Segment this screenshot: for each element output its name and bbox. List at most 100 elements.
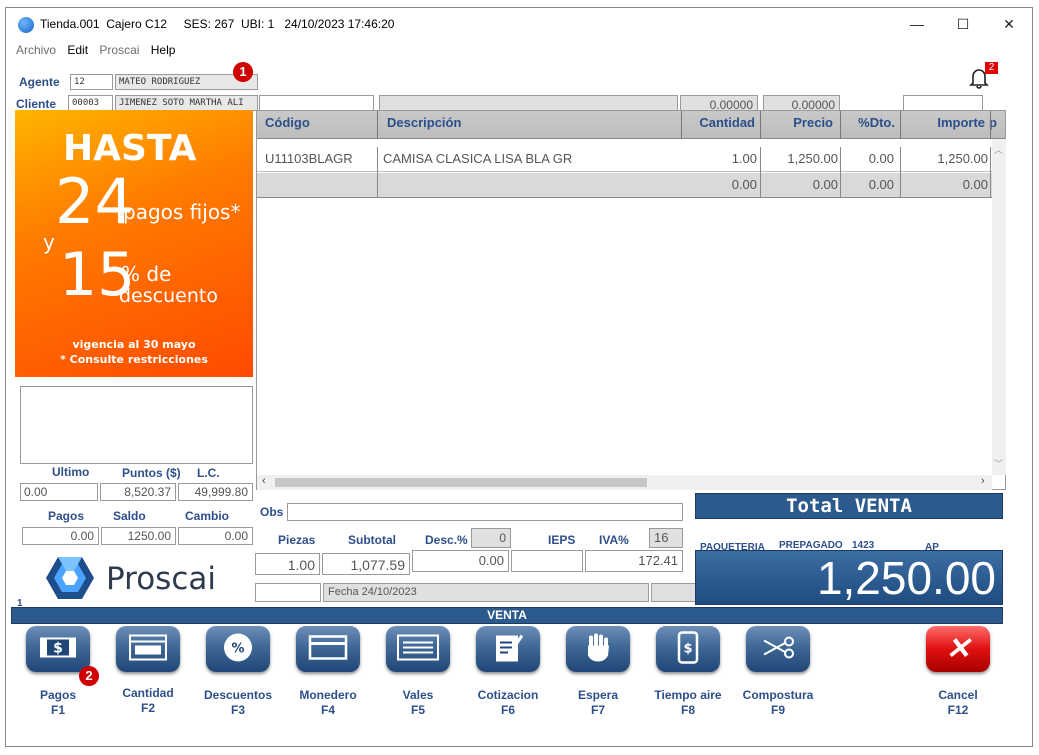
iva-label: IVA% [599, 533, 629, 547]
cell-dto: 0.00 [868, 177, 894, 192]
app-icon [18, 17, 34, 33]
descuentos-button[interactable]: % [206, 626, 270, 672]
notification-count: 2 [985, 62, 998, 74]
maximize-button[interactable]: ☐ [940, 8, 986, 40]
horizontal-scrollbar[interactable]: ‹ › [257, 475, 992, 490]
cliente-code-field[interactable]: 00003 [68, 95, 113, 111]
fkey-shortcut: F4 [320, 703, 335, 717]
pagos-label: Pagos [48, 509, 85, 523]
cancel-button[interactable]: ✕ [926, 626, 990, 672]
proscai-logo-text: Proscai [106, 561, 216, 597]
row-sep [840, 147, 841, 198]
cell-codigo: U11103BLAGR [265, 151, 353, 166]
cotizacion-label-group: Cotizacion F6 [463, 688, 553, 718]
table-row[interactable]: U11103BLAGR CAMISA CLASICA LISA BLA GR 1… [257, 147, 992, 172]
iva-amount-field: 172.41 [585, 550, 683, 572]
ultimo-label: Ultimo [52, 465, 90, 479]
promo-pagos-fijos: pagos fijos* [123, 200, 241, 224]
scroll-up-icon[interactable]: ︿ [994, 143, 1003, 156]
monedero-button[interactable] [296, 626, 360, 672]
step-badge-2: 2 [79, 666, 99, 686]
fkey-label: Tiempo aire [654, 688, 722, 702]
header-sep [840, 111, 841, 139]
fkey-label: Cantidad [122, 686, 174, 700]
fkey-shortcut: F1 [50, 703, 65, 717]
lc-label: L.C. [197, 466, 220, 480]
lc-value: 49,999.80 [194, 485, 248, 499]
fkey-label: Vales [402, 688, 434, 702]
scroll-thumb[interactable] [275, 478, 647, 487]
hand-icon [583, 632, 613, 667]
fkey-label: Cancel [938, 688, 978, 702]
fkey-label: Cotizacion [477, 688, 539, 702]
subtotal-field: 1,077.59 [322, 553, 410, 575]
cell-precio: 0.00 [812, 177, 838, 192]
tiempo-aire-button[interactable]: $ [656, 626, 720, 672]
compostura-button[interactable] [746, 626, 810, 672]
tiempo-aire-label-group: Tiempo aire F8 [643, 688, 733, 718]
svg-text:$: $ [683, 642, 692, 657]
total-venta-header: Total VENTA [695, 493, 1003, 519]
pagos-button[interactable]: $ [26, 626, 90, 672]
subtotal-value: 1,077.59 [350, 557, 406, 573]
wallet-card-icon [308, 635, 348, 664]
espera-button[interactable] [566, 626, 630, 672]
scroll-down-icon[interactable]: ﹀ [994, 457, 1003, 470]
menu-archivo[interactable]: Archivo [12, 40, 60, 60]
menu-bar: Archivo Edit Proscai Help [6, 40, 1032, 60]
col-descripcion[interactable]: Descripción [387, 111, 461, 135]
saldo-value: 1250.00 [127, 529, 171, 543]
cantidad-label-group: Cantidad F2 [103, 686, 193, 716]
agente-code-field[interactable]: 12 [70, 74, 113, 90]
header-sep [377, 111, 378, 139]
total-amount: 1,250.00 [695, 550, 1003, 605]
col-importe[interactable]: Importe [917, 111, 985, 135]
subtotal-label: Subtotal [348, 533, 396, 547]
promo-hasta: HASTA [63, 128, 197, 169]
svg-text:%: % [231, 642, 244, 657]
fkey-shortcut: F7 [590, 703, 605, 717]
col-codigo[interactable]: Código [265, 111, 310, 135]
promo-vigencia: vigencia al 30 mayo [72, 338, 196, 351]
cell-descripcion: CAMISA CLASICA LISA BLA GR [383, 151, 573, 166]
cotizacion-button[interactable] [476, 626, 540, 672]
items-table: Código Descripción Cantidad Precio %Dto.… [256, 110, 1006, 490]
scroll-right-icon[interactable]: › [981, 475, 985, 487]
fkey-shortcut: F3 [230, 703, 245, 717]
vales-button[interactable] [386, 626, 450, 672]
minimize-button[interactable]: — [894, 8, 940, 40]
header-sep [900, 111, 901, 139]
cantidad-button[interactable] [116, 626, 180, 672]
vertical-scrollbar[interactable]: ︿ ﹀ [992, 139, 1006, 475]
ultimo-field: 0.00 [20, 483, 98, 501]
row-sep [377, 147, 378, 198]
vales-label-group: Vales F5 [373, 688, 463, 718]
fkey-label: Monedero [299, 688, 357, 702]
row-sep [990, 147, 991, 198]
fkey-shortcut: F6 [500, 703, 515, 717]
menu-edit[interactable]: Edit [63, 40, 92, 60]
fkey-label: Compostura [742, 688, 814, 702]
cambio-label: Cambio [185, 509, 230, 523]
svg-text:$: $ [53, 641, 63, 657]
menu-proscai[interactable]: Proscai [95, 40, 143, 60]
fecha-value: Fecha 24/10/2023 [328, 586, 417, 598]
saldo-label: Saldo [113, 509, 146, 523]
close-button[interactable]: ✕ [986, 8, 1032, 40]
col-dto[interactable]: %Dto. [843, 111, 895, 135]
promo-restricciones: * Consulte restricciones [60, 353, 208, 366]
menu-help[interactable]: Help [147, 40, 180, 60]
cell-dto: 0.00 [868, 151, 894, 166]
table-row[interactable]: 0.00 0.00 0.00 0.00 [257, 173, 992, 198]
calculator-icon [128, 634, 168, 665]
monedero-label-group: Monedero F4 [283, 688, 373, 718]
col-precio[interactable]: Precio [777, 111, 833, 135]
cash-icon: $ [39, 637, 77, 662]
fecha-prefix-field [255, 583, 321, 602]
obs-input[interactable] [287, 503, 683, 521]
lc-field: 49,999.80 [178, 483, 253, 501]
col-cantidad[interactable]: Cantidad [695, 111, 755, 135]
scissors-icon [760, 635, 796, 664]
compostura-label-group: Compostura F9 [733, 688, 823, 718]
scroll-left-icon[interactable]: ‹ [262, 475, 266, 487]
